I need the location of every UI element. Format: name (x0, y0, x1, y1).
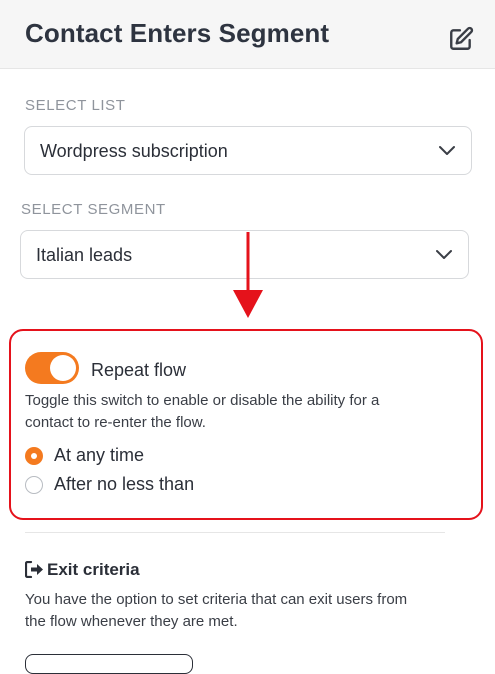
segment-select-value: Italian leads (36, 245, 133, 265)
radio-label: After no less than (54, 474, 195, 494)
edit-icon[interactable] (448, 26, 474, 52)
exit-criteria-description: You have the option to set criteria that… (25, 589, 407, 633)
repeat-flow-description: Toggle this switch to enable or disable … (25, 390, 379, 434)
repeat-flow-label: Repeat flow (91, 360, 187, 380)
radio-selected-icon (25, 447, 43, 465)
list-select[interactable]: Wordpress subscription (24, 126, 472, 175)
exit-criteria-heading: Exit criteria (24, 560, 140, 580)
select-list-label: SELECT LIST (25, 97, 126, 114)
exit-criteria-description-line: the flow whenever they are met. (25, 613, 238, 630)
exit-criteria-title: Exit criteria (47, 560, 140, 579)
list-select-value: Wordpress subscription (40, 141, 228, 161)
sign-out-icon (24, 560, 43, 579)
select-segment-label: SELECT SEGMENT (21, 201, 166, 218)
radio-at-any-time[interactable]: At any time (25, 445, 185, 469)
repeat-flow-toggle[interactable] (25, 352, 79, 384)
exit-criteria-button[interactable] (25, 654, 193, 674)
repeat-flow-description-line: contact to re-enter the flow. (25, 414, 206, 431)
chevron-down-icon (436, 250, 452, 259)
toggle-knob (50, 355, 76, 381)
radio-unselected-icon (25, 476, 43, 494)
annotation-arrow (233, 232, 263, 318)
panel-title: Contact Enters Segment (25, 18, 330, 48)
chevron-down-icon (439, 146, 455, 155)
radio-after-no-less-than[interactable]: After no less than (25, 474, 235, 498)
exit-criteria-description-line: You have the option to set criteria that… (25, 591, 408, 608)
divider (25, 532, 445, 533)
radio-label: At any time (54, 445, 145, 465)
repeat-flow-description-line: Toggle this switch to enable or disable … (25, 392, 380, 409)
panel-header: Contact Enters Segment (0, 0, 495, 69)
